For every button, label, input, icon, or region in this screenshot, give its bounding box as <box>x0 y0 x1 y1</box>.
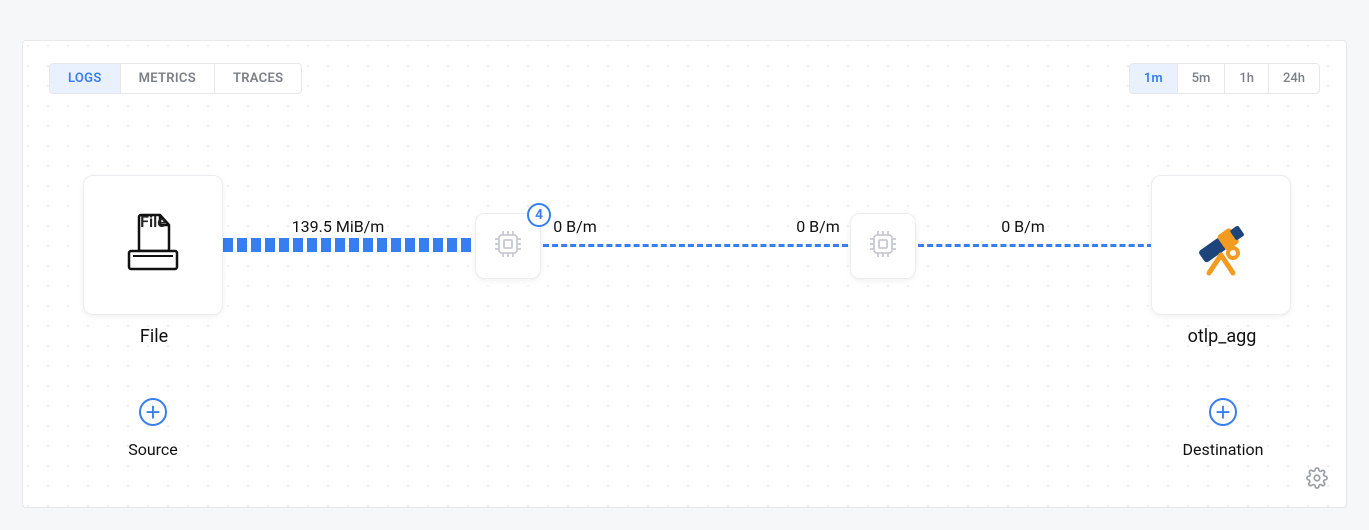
destination-node[interactable]: otlp_agg <box>1151 175 1291 315</box>
gear-icon[interactable] <box>1306 467 1328 493</box>
add-source-button[interactable]: + <box>139 398 167 426</box>
processor-1-badge: 4 <box>527 203 551 227</box>
edge-4-label: 0 B/m <box>1001 217 1045 236</box>
edge-2-label: 0 B/m <box>553 217 597 236</box>
add-destination-label: Destination <box>1173 440 1273 459</box>
tab-metrics[interactable]: METRICS <box>120 64 214 93</box>
plus-icon: + <box>145 399 160 425</box>
tab-traces[interactable]: TRACES <box>214 64 301 93</box>
tab-5m[interactable]: 5m <box>1177 64 1225 93</box>
tab-24h[interactable]: 24h <box>1268 64 1319 93</box>
source-node[interactable]: File File <box>83 175 223 315</box>
processor-node-2[interactable] <box>850 213 916 279</box>
edge-2 <box>543 244 848 247</box>
destination-node-label: otlp_agg <box>1152 326 1292 347</box>
add-source-group: + Source <box>123 398 183 459</box>
file-icon <box>119 209 187 281</box>
edge-3-label: 0 B/m <box>796 217 840 236</box>
source-node-label: File <box>84 326 224 347</box>
chip-icon <box>866 227 900 265</box>
plus-icon: + <box>1215 399 1230 425</box>
pipeline-panel: LOGS METRICS TRACES 1m 5m 1h 24h 139.5 M… <box>22 40 1347 508</box>
add-destination-button[interactable]: + <box>1209 398 1237 426</box>
add-source-label: Source <box>123 440 183 459</box>
tab-1m[interactable]: 1m <box>1130 64 1177 93</box>
add-destination-group: + Destination <box>1173 398 1273 459</box>
tab-logs[interactable]: LOGS <box>50 64 120 93</box>
edge-3 <box>918 244 1153 247</box>
edge-1-label: 139.5 MiB/m <box>292 217 385 236</box>
telescope-icon <box>1181 203 1261 287</box>
time-range-tabs: 1m 5m 1h 24h <box>1129 63 1320 94</box>
tab-1h[interactable]: 1h <box>1224 64 1268 93</box>
data-type-tabs: LOGS METRICS TRACES <box>49 63 302 94</box>
chip-icon <box>491 227 525 265</box>
processor-node-1[interactable]: 4 <box>475 213 541 279</box>
edge-1 <box>223 238 473 252</box>
